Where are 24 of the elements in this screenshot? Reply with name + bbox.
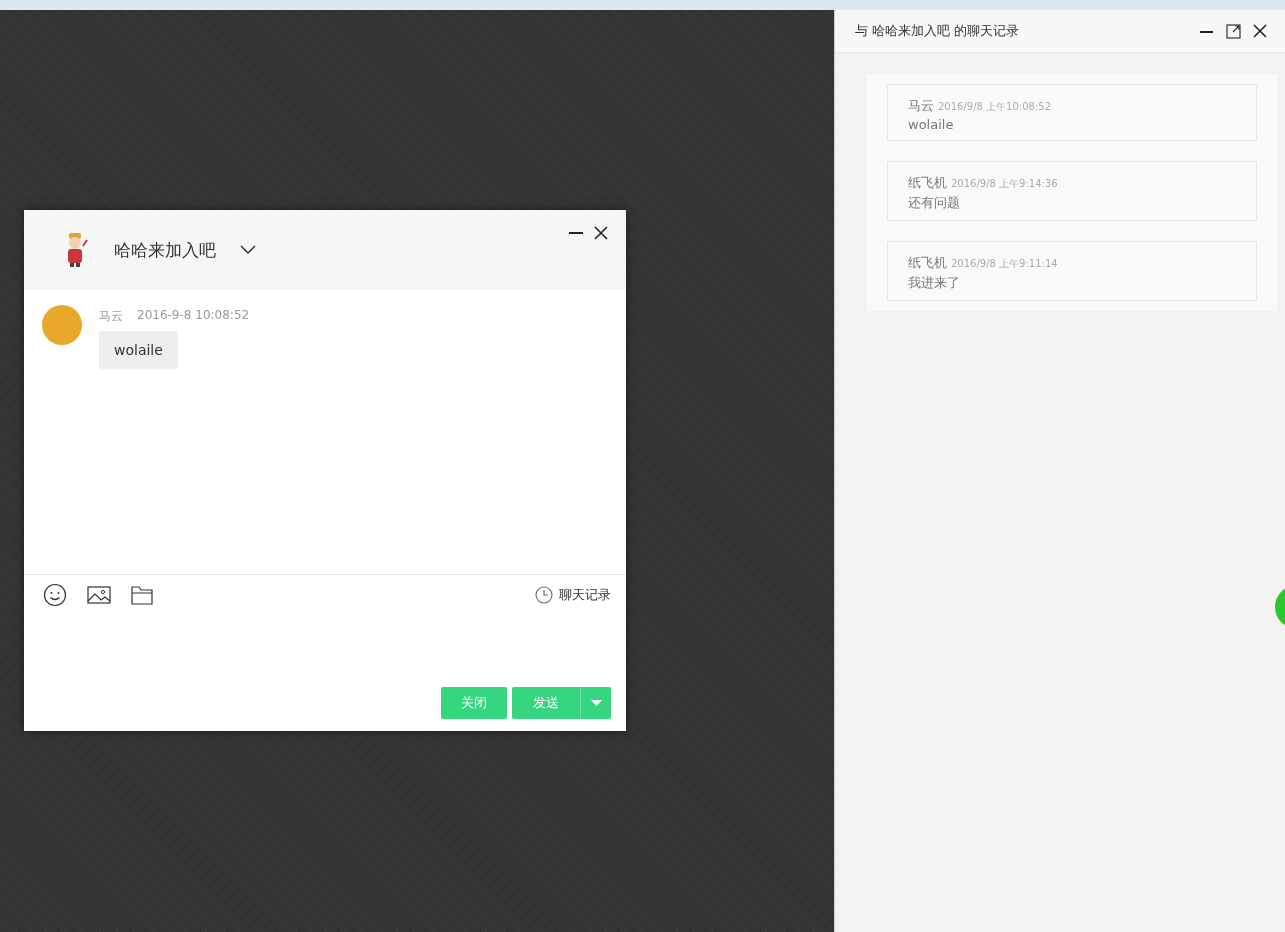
sender-name: 马云 — [99, 308, 123, 325]
clock-icon — [535, 586, 553, 604]
chevron-down-icon[interactable] — [240, 245, 256, 255]
sender-name: 纸飞机 — [908, 174, 947, 192]
close-button[interactable]: 关闭 — [441, 687, 507, 719]
avatar-circle — [42, 305, 82, 345]
close-icon[interactable] — [1253, 24, 1267, 38]
message-text: wolaile — [908, 117, 955, 132]
message-text: 我进来了 — [908, 274, 961, 292]
send-button[interactable]: 发送 — [512, 687, 580, 719]
close-icon[interactable] — [594, 226, 608, 240]
message-time: 2016-9-8 10:08:52 — [137, 308, 250, 324]
message-text: 还有问题 — [908, 194, 961, 212]
folder-icon[interactable] — [131, 585, 153, 605]
history-title: 与 哈哈来加入吧 的聊天记录 — [855, 22, 1020, 40]
sender-name: 马云 — [908, 97, 934, 115]
image-icon[interactable] — [87, 586, 111, 604]
chat-title: 哈哈来加入吧 — [114, 238, 216, 262]
maximize-icon[interactable] — [1226, 23, 1241, 39]
emoji-icon[interactable] — [43, 583, 67, 607]
chat-history-button[interactable]: 聊天记录 — [535, 586, 611, 604]
sender-name: 纸飞机 — [908, 254, 947, 272]
message-bubble: wolaile — [99, 331, 178, 369]
caret-icon — [590, 700, 602, 706]
